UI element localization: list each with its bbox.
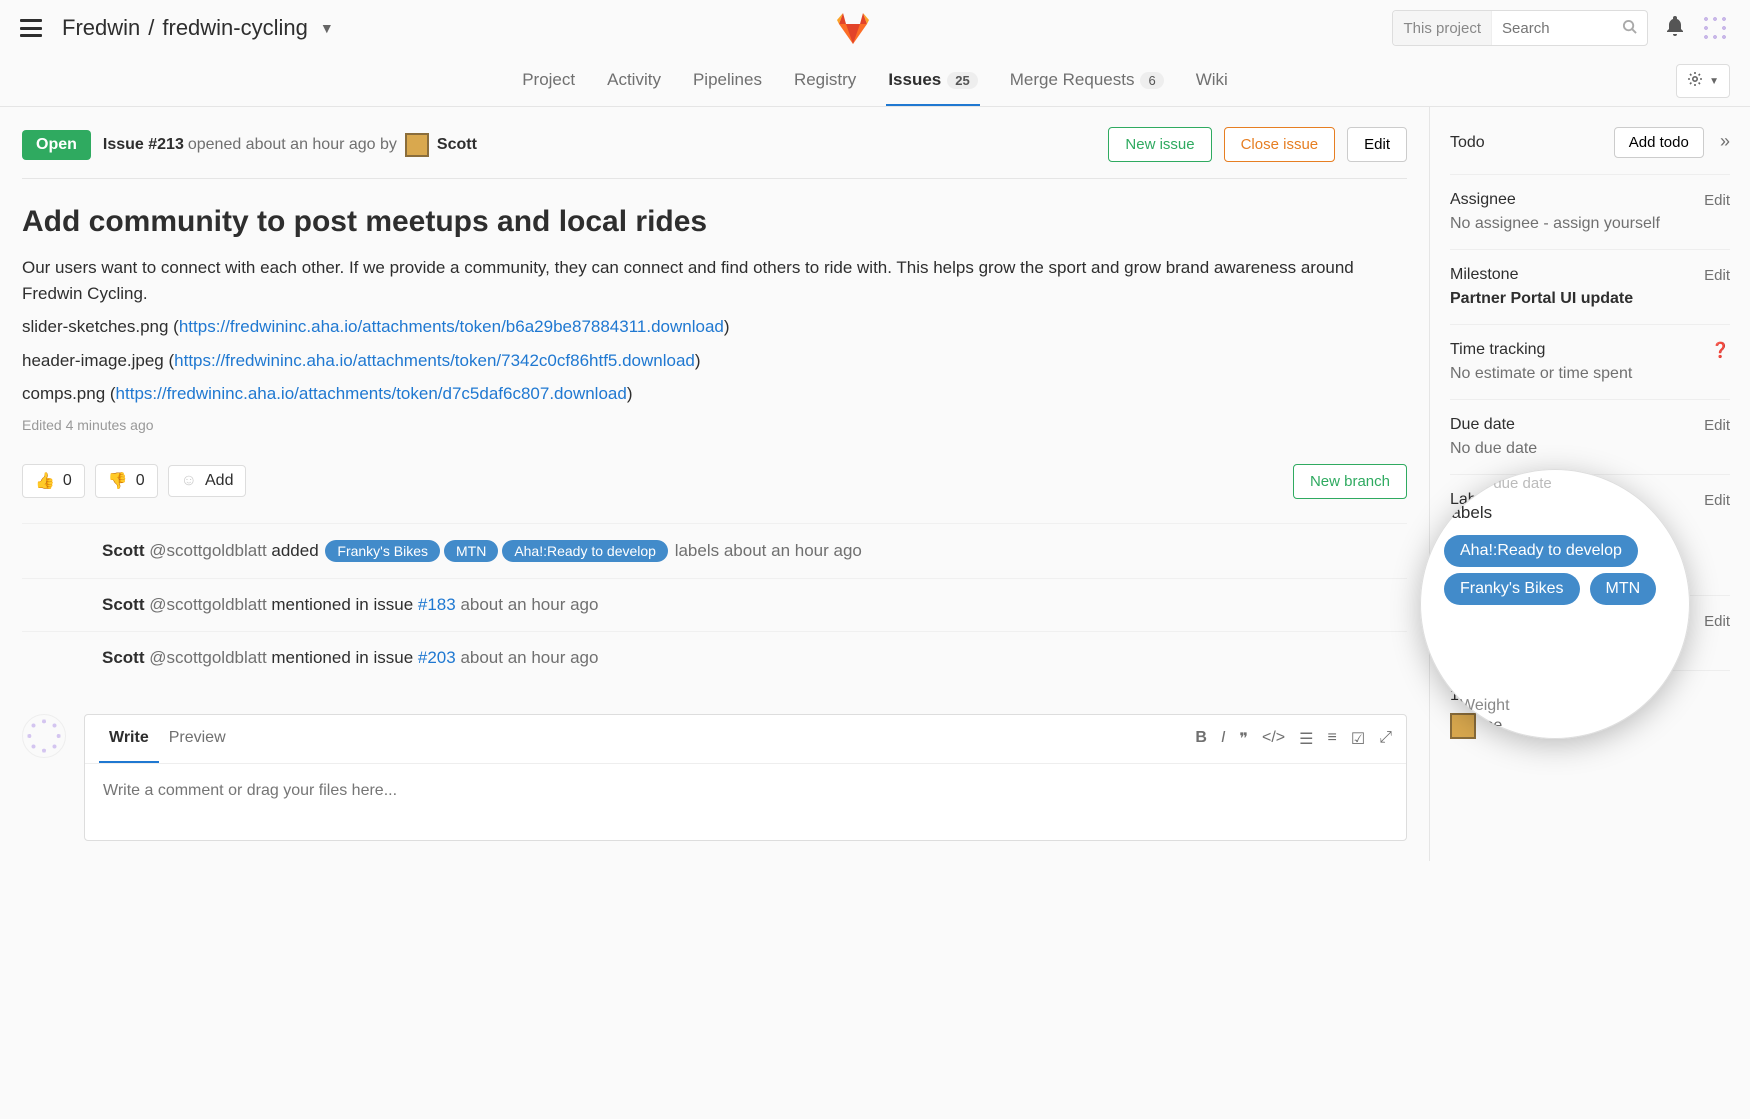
user-avatar[interactable] [1700, 13, 1730, 43]
user-handle[interactable]: @scottgoldblatt [149, 648, 271, 667]
activity-item: Scott @scottgoldblatt mentioned in issue… [22, 631, 1407, 684]
sidebar-todo-label: Todo [1450, 134, 1485, 152]
sidebar-time-label: Time tracking [1450, 341, 1545, 359]
label-pill[interactable]: Aha!:Ready to develop [1444, 535, 1638, 567]
ol-icon[interactable]: ≡ [1328, 729, 1337, 749]
new-issue-button[interactable]: New issue [1108, 127, 1211, 162]
settings-button[interactable]: ▼ [1676, 64, 1730, 98]
current-user-avatar [22, 714, 66, 758]
preview-tab[interactable]: Preview [159, 715, 236, 763]
nav-tab-pipelines[interactable]: Pipelines [691, 56, 764, 106]
user-handle[interactable]: @scottgoldblatt [149, 595, 271, 614]
sidebar-assignee-label: Assignee [1450, 191, 1516, 209]
activity-item: Scott @scottgoldblatt added Franky's Bik… [22, 523, 1407, 578]
task-icon[interactable]: ☑ [1351, 729, 1365, 749]
issue-link[interactable]: #203 [418, 648, 456, 667]
breadcrumb[interactable]: Fredwin / fredwin-cycling ▼ [62, 15, 334, 41]
activity-item: Scott @scottgoldblatt mentioned in issue… [22, 578, 1407, 631]
ul-icon[interactable]: ☰ [1299, 729, 1313, 749]
new-branch-button[interactable]: New branch [1293, 464, 1407, 499]
attachment-link[interactable]: https://fredwininc.aha.io/attachments/to… [174, 351, 695, 370]
search-input[interactable] [1492, 20, 1612, 37]
edited-indicator: Edited 4 minutes ago [22, 415, 1407, 436]
add-reaction-button[interactable]: ☺ Add [168, 465, 247, 497]
fullscreen-icon[interactable]: ⤢ [1379, 729, 1392, 749]
issue-title: Add community to post meetups and local … [22, 205, 1407, 239]
gitlab-logo-icon[interactable] [835, 10, 871, 46]
attachment-line: slider-sketches.png (https://fredwininc.… [22, 314, 1407, 340]
label-pill[interactable]: MTN [1590, 573, 1657, 605]
sidebar-milestone-label: Milestone [1450, 266, 1518, 284]
write-tab[interactable]: Write [99, 715, 159, 763]
issue-meta: Issue #213 opened about an hour ago by S… [103, 133, 477, 157]
code-icon[interactable]: </> [1262, 729, 1285, 749]
chevron-down-icon[interactable]: ▼ [320, 20, 334, 36]
count-badge: 25 [947, 72, 977, 89]
add-todo-button[interactable]: Add todo [1614, 127, 1704, 158]
menu-toggle[interactable] [20, 19, 42, 37]
close-issue-button[interactable]: Close issue [1224, 127, 1336, 162]
time-value: No estimate or time spent [1450, 365, 1730, 383]
help-icon[interactable]: ❓ [1711, 341, 1730, 359]
breadcrumb-owner[interactable]: Fredwin [62, 15, 140, 41]
caret-down-icon: ▼ [1709, 76, 1719, 87]
issue-link[interactable]: #183 [418, 595, 456, 614]
assignee-edit[interactable]: Edit [1704, 192, 1730, 209]
due-value: No due date [1450, 440, 1730, 458]
labels-edit[interactable]: Edit [1704, 492, 1730, 509]
search-scope[interactable]: This project [1393, 11, 1492, 45]
gear-icon [1687, 71, 1703, 91]
comment-textarea[interactable] [85, 764, 1406, 836]
sidebar-due-label: Due date [1450, 416, 1515, 434]
bold-icon[interactable]: B [1195, 729, 1207, 749]
author-avatar[interactable] [405, 133, 429, 157]
milestone-value[interactable]: Partner Portal UI update [1450, 290, 1730, 308]
thumbs-down-icon: 👎 [108, 471, 128, 491]
milestone-edit[interactable]: Edit [1704, 267, 1730, 284]
due-edit[interactable]: Edit [1704, 417, 1730, 434]
collapse-sidebar-icon[interactable]: » [1720, 131, 1730, 151]
user-handle[interactable]: @scottgoldblatt [149, 541, 271, 560]
nav-tab-registry[interactable]: Registry [792, 56, 858, 106]
nav-tab-project[interactable]: Project [520, 56, 577, 106]
nav-tab-issues[interactable]: Issues25 [886, 56, 979, 106]
author-name[interactable]: Scott [437, 136, 477, 154]
attachment-line: comps.png (https://fredwininc.aha.io/att… [22, 381, 1407, 407]
comment-box: Write Preview B I ❞ </> ☰ ≡ ☑ ⤢ [84, 714, 1407, 841]
thumbs-up-button[interactable]: 👍 0 [22, 464, 85, 498]
thumbs-up-icon: 👍 [35, 471, 55, 491]
search-icon[interactable] [1612, 19, 1647, 38]
label-pill[interactable]: Franky's Bikes [325, 540, 440, 562]
label-pill[interactable]: MTN [444, 540, 498, 562]
attachment-link[interactable]: https://fredwininc.aha.io/attachments/to… [116, 384, 627, 403]
quote-icon[interactable]: ❞ [1239, 729, 1248, 749]
label-pill[interactable]: Franky's Bikes [1444, 573, 1580, 605]
italic-icon[interactable]: I [1221, 729, 1225, 749]
label-pill[interactable]: Aha!:Ready to develop [502, 540, 668, 562]
breadcrumb-project[interactable]: fredwin-cycling [162, 15, 308, 41]
count-badge: 6 [1140, 72, 1163, 89]
attachment-line: header-image.jpeg (https://fredwininc.ah… [22, 348, 1407, 374]
bell-icon[interactable] [1666, 16, 1684, 40]
search-box[interactable]: This project [1392, 10, 1648, 46]
attachment-link[interactable]: https://fredwininc.aha.io/attachments/to… [179, 317, 724, 336]
nav-tab-activity[interactable]: Activity [605, 56, 663, 106]
thumbs-down-button[interactable]: 👎 0 [95, 464, 158, 498]
edit-issue-button[interactable]: Edit [1347, 127, 1407, 162]
weight-edit[interactable]: Edit [1704, 613, 1730, 630]
assignee-value[interactable]: No assignee - assign yourself [1450, 215, 1730, 233]
issue-body: Our users want to connect with each othe… [22, 255, 1407, 436]
smile-icon: ☺ [181, 472, 197, 490]
nav-tab-wiki[interactable]: Wiki [1194, 56, 1230, 106]
status-badge: Open [22, 130, 91, 160]
nav-tab-merge-requests[interactable]: Merge Requests6 [1008, 56, 1166, 106]
zoom-highlight: No due date Labels Aha!:Ready to develop… [1420, 469, 1690, 739]
